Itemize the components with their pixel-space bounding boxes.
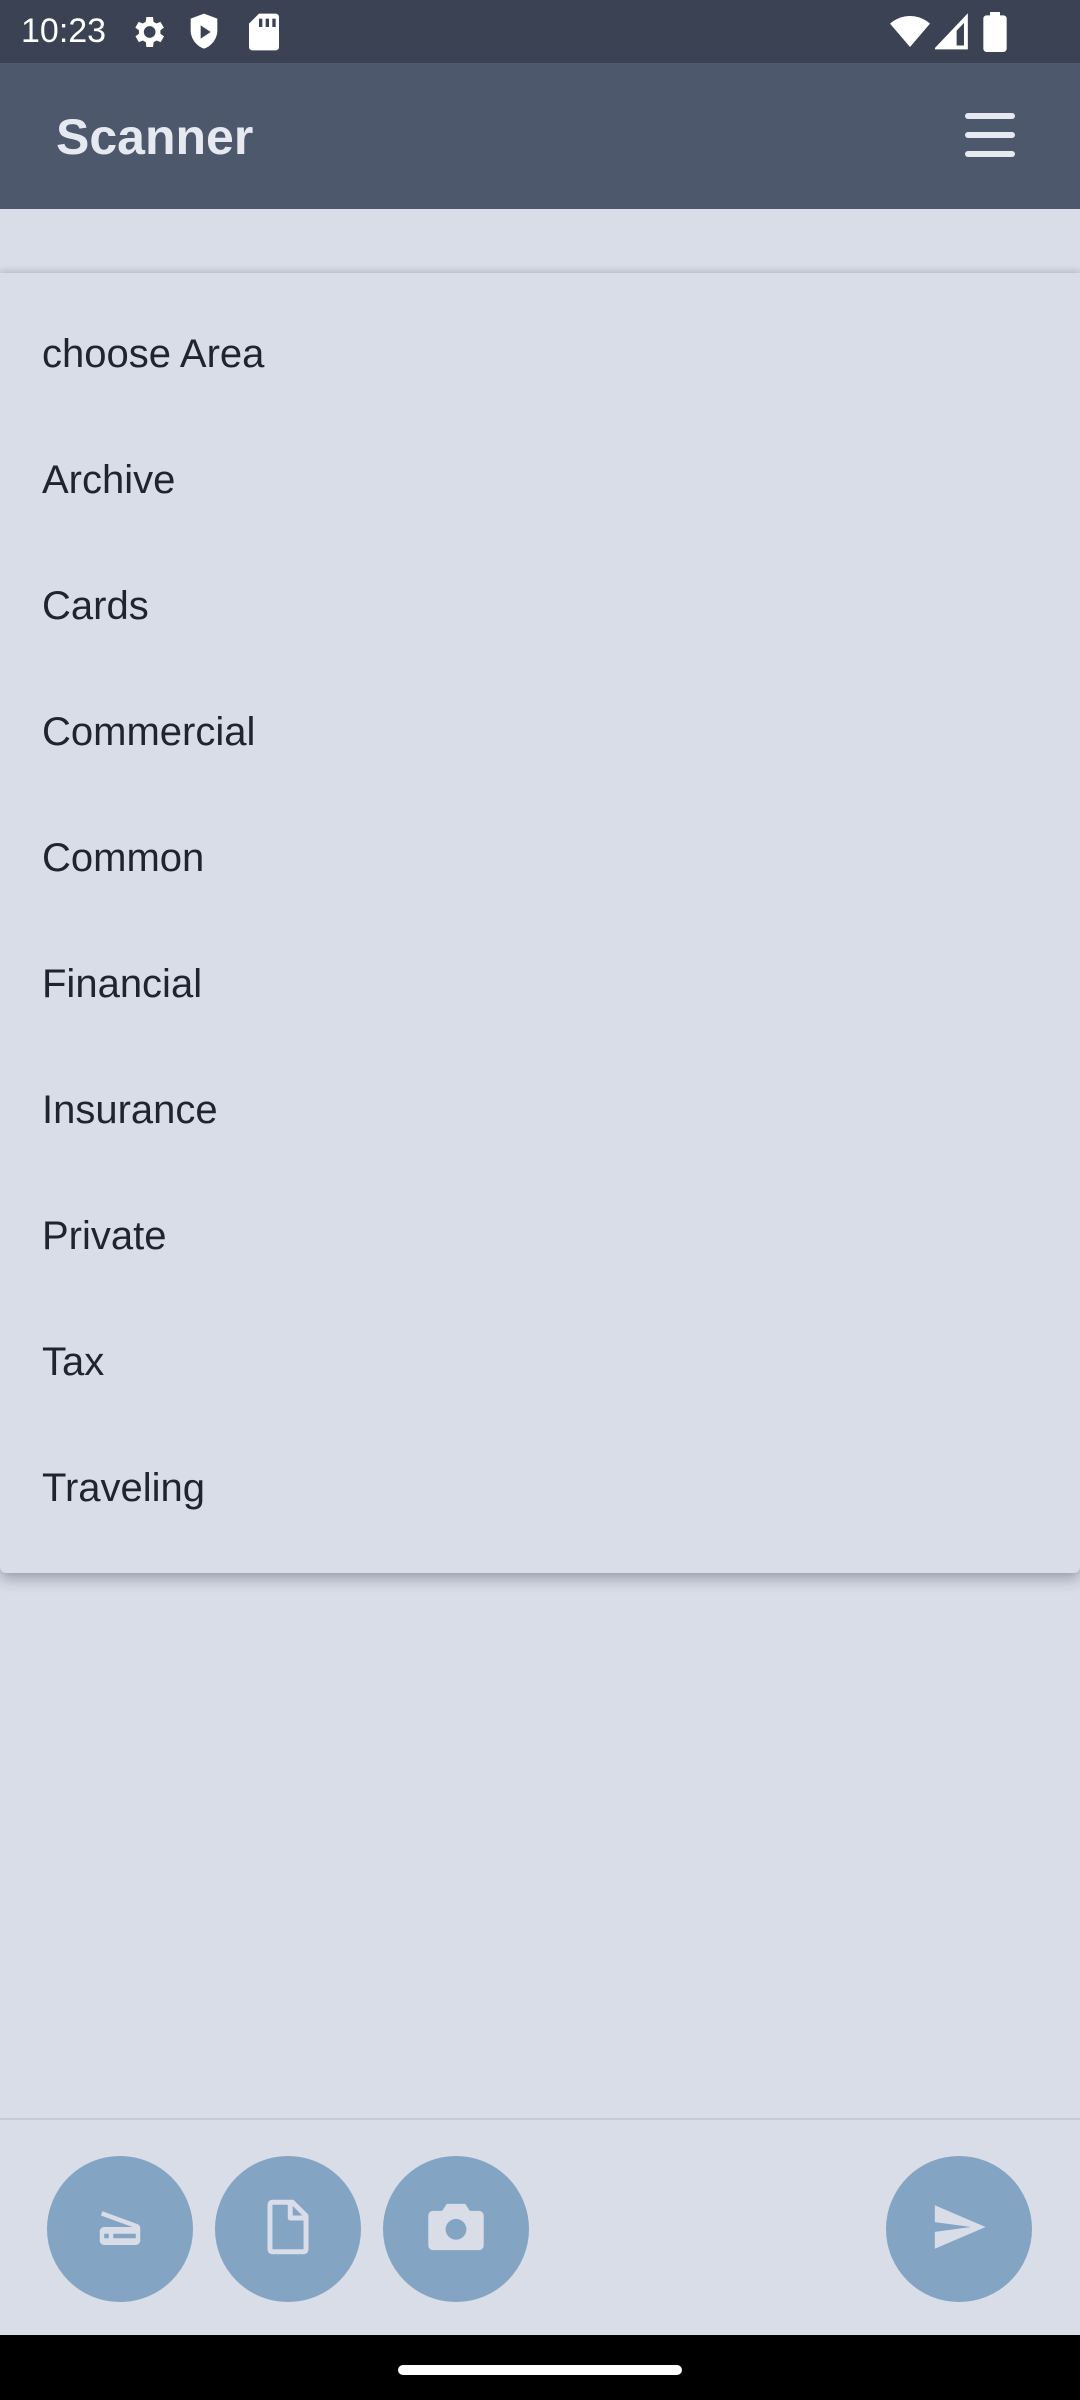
document-icon (261, 2197, 315, 2262)
scanner-icon (93, 2200, 147, 2259)
dropdown-item-choose-area[interactable]: choose Area (0, 291, 1080, 417)
battery-icon (983, 12, 1007, 53)
status-time: 10:23 (21, 12, 107, 50)
dropdown-item-traveling[interactable]: Traveling (0, 1425, 1080, 1551)
dropdown-item-label: Archive (42, 457, 176, 502)
system-navigation-bar (0, 2335, 1080, 2400)
dropdown-item-private[interactable]: Private (0, 1173, 1080, 1299)
dropdown-item-cards[interactable]: Cards (0, 543, 1080, 669)
wifi-icon (890, 12, 930, 52)
bottom-action-bar (0, 2118, 1080, 2337)
app-title: Scanner (56, 109, 254, 165)
status-bar: 10:23 (0, 0, 1080, 63)
camera-button[interactable] (383, 2156, 529, 2302)
dropdown-item-label: Private (42, 1213, 167, 1258)
sd-card-icon (248, 12, 280, 52)
dropdown-item-financial[interactable]: Financial (0, 921, 1080, 1047)
dropdown-item-label: choose Area (42, 331, 265, 376)
send-button[interactable] (886, 2156, 1032, 2302)
send-icon (930, 2198, 988, 2261)
dropdown-item-archive[interactable]: Archive (0, 417, 1080, 543)
shield-icon (186, 12, 222, 52)
dropdown-item-label: Traveling (42, 1465, 206, 1510)
dropdown-item-label: Commercial (42, 709, 256, 754)
dropdown-item-insurance[interactable]: Insurance (0, 1047, 1080, 1173)
hamburger-menu-icon[interactable] (960, 107, 1020, 163)
dropdown-item-label: Common (42, 835, 205, 880)
dropdown-item-label: Financial (42, 961, 203, 1006)
dropdown-item-tax[interactable]: Tax (0, 1299, 1080, 1425)
gear-icon (128, 12, 168, 52)
signal-icon (933, 12, 969, 52)
dropdown-item-common[interactable]: Common (0, 795, 1080, 921)
dropdown-item-commercial[interactable]: Commercial (0, 669, 1080, 795)
dropdown-item-label: Cards (42, 583, 149, 628)
dropdown-item-label: Tax (42, 1339, 105, 1384)
area-dropdown-menu: choose Area Archive Cards Commercial Com… (0, 273, 1080, 1573)
scan-button[interactable] (47, 2156, 193, 2302)
main-content: choose Area Archive Cards Commercial Com… (0, 209, 1080, 2119)
dropdown-item-label: Insurance (42, 1087, 218, 1132)
home-indicator[interactable] (398, 2365, 682, 2375)
app-bar: Scanner (0, 63, 1080, 209)
camera-icon (426, 2200, 486, 2259)
document-button[interactable] (215, 2156, 361, 2302)
